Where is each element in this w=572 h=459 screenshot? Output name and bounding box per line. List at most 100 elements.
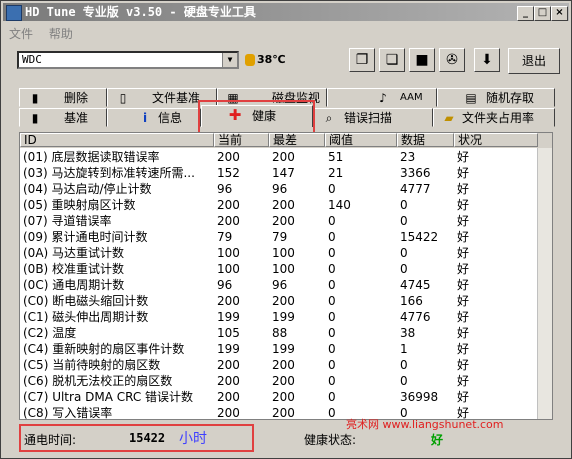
cell-attribute: (C6) 脱机无法校正的扇区数 [23,374,173,388]
cell-data: 0 [400,198,408,212]
cell-status: 好 [457,262,470,276]
cell-data: 0 [400,374,408,388]
cell-status: 好 [457,390,470,404]
tab-error-scan[interactable]: ⌕ 错误扫描 [313,108,433,127]
cell-data: 4745 [400,278,431,292]
cell-current: 200 [217,150,240,164]
table-row[interactable]: (C4) 重新映射的扇区事件计数 199 199 0 1 好 [20,341,552,357]
table-row[interactable]: (07) 寻道错误率 200 200 0 0 好 [20,213,552,229]
cell-data: 4776 [400,310,431,324]
col-threshold[interactable]: 阈值 [325,133,397,147]
tab-delete[interactable]: ▮ 删除 [19,88,107,107]
cell-data: 3366 [400,166,431,180]
table-row[interactable]: (C5) 当前待映射的扇区数 200 200 0 0 好 [20,357,552,373]
cell-data: 36998 [400,390,439,404]
cell-worst: 200 [272,374,295,388]
cell-data: 38 [400,326,416,340]
cell-attribute: (03) 马达旋转到标准转速所需... [23,166,195,180]
cell-status: 好 [457,230,470,244]
col-status[interactable]: 状况 [454,133,538,147]
cell-worst: 199 [272,310,295,324]
exit-button[interactable]: 退出 [508,48,560,74]
table-row[interactable]: (09) 累计通电时间计数 79 79 0 15422 好 [20,229,552,245]
chevron-down-icon[interactable]: ▼ [222,53,237,67]
title-bar[interactable]: HD Tune 专业版 v3.50 - 硬盘专业工具 _ □ × [3,3,569,21]
drive-select[interactable]: WDC ▼ [17,51,239,69]
cell-current: 200 [217,198,240,212]
copy-button[interactable]: ❐ [349,48,375,72]
table-row[interactable]: (C7) Ultra DMA CRC 错误计数 200 200 0 36998 好 [20,389,552,405]
cell-data: 23 [400,150,416,164]
tab-folder-usage[interactable]: ▰ 文件夹占用率 [433,108,555,127]
cell-status: 好 [457,278,470,292]
tab-random-access[interactable]: ▤ 随机存取 [437,88,555,107]
col-current[interactable]: 当前 [214,133,269,147]
cell-threshold: 0 [328,310,336,324]
table-row[interactable]: (0B) 校准重试计数 100 100 0 0 好 [20,261,552,277]
table-row[interactable]: (01) 底层数据读取错误率 200 200 51 23 好 [20,149,552,165]
cell-threshold: 0 [328,390,336,404]
table-row[interactable]: (0A) 马达重试计数 100 100 0 0 好 [20,245,552,261]
cell-status: 好 [457,166,470,180]
save-icon: ■ [415,52,429,68]
table-row[interactable]: (C2) 温度 105 88 0 38 好 [20,325,552,341]
col-id[interactable]: ID [20,133,214,147]
cell-attribute: (09) 累计通电时间计数 [23,230,148,244]
cell-attribute: (0B) 校准重试计数 [23,262,125,276]
cell-worst: 100 [272,262,295,276]
col-data[interactable]: 数据 [397,133,454,147]
maximize-button[interactable]: □ [534,6,551,21]
table-row[interactable]: (C6) 脱机无法校正的扇区数 200 200 0 0 好 [20,373,552,389]
trash-icon: ▮ [31,91,39,105]
table-row[interactable]: (C0) 断电磁头缩回计数 200 200 0 166 好 [20,293,552,309]
tab-benchmark[interactable]: ▮ 基准 [19,108,107,127]
cell-attribute: (01) 底层数据读取错误率 [23,150,160,164]
smart-table: ID 当前 最差 阈值 数据 状况 (01) 底层数据读取错误率 200 200 51… [19,132,553,420]
cell-worst: 147 [272,166,295,180]
cell-threshold: 0 [328,278,336,292]
cell-current: 199 [217,342,240,356]
speaker-icon: ♪ [379,91,387,105]
table-row[interactable]: (C1) 磁头伸出周期计数 199 199 0 4776 好 [20,309,552,325]
settings-icon: ✇ [446,52,458,68]
cell-attribute: (0C) 通电周期计数 [23,278,125,292]
table-row[interactable]: (0C) 通电周期计数 96 96 0 4745 好 [20,277,552,293]
paste-icon: ❏ [385,52,399,68]
menu-help[interactable]: 帮助 [43,23,79,42]
folder-icon: ▰ [444,111,454,125]
table-row[interactable]: (05) 重映射扇区计数 200 200 140 0 好 [20,197,552,213]
cell-threshold: 0 [328,214,336,228]
cell-current: 200 [217,214,240,228]
cell-current: 96 [217,182,233,196]
col-worst[interactable]: 最差 [269,133,325,147]
cell-status: 好 [457,310,470,324]
tab-aam[interactable]: ♪ AAM [327,88,437,107]
down-arrow-icon: ⬇ [481,52,493,68]
cell-status: 好 [457,358,470,372]
table-row[interactable]: (03) 马达旋转到标准转速所需... 152 147 21 3366 好 [20,165,552,181]
cell-threshold: 0 [328,342,336,356]
cell-worst: 96 [272,182,288,196]
watermark-text: 亮术网 www.liangshunet.com [346,418,504,431]
cell-status: 好 [457,214,470,228]
close-button[interactable]: × [551,6,568,21]
cell-worst: 79 [272,230,288,244]
cell-worst: 200 [272,150,295,164]
download-button[interactable]: ⬇ [474,48,500,72]
table-row[interactable]: (04) 马达启动/停止计数 96 96 0 4777 好 [20,181,552,197]
cell-status: 好 [457,294,470,308]
cell-data: 166 [400,294,423,308]
temperature-value: 38℃ [257,53,286,66]
tab-info[interactable]: i 信息 [107,108,201,127]
cell-data: 15422 [400,230,439,244]
minimize-button[interactable]: _ [517,6,534,21]
scrollbar[interactable] [537,148,552,419]
info-icon: i [142,111,148,125]
cell-threshold: 0 [328,294,336,308]
cell-status: 好 [457,374,470,388]
save-button[interactable]: ■ [409,48,435,72]
menu-file[interactable]: 文件 [3,23,39,42]
cell-worst: 200 [272,214,295,228]
settings-button[interactable]: ✇ [439,48,465,72]
paste-button[interactable]: ❏ [379,48,405,72]
